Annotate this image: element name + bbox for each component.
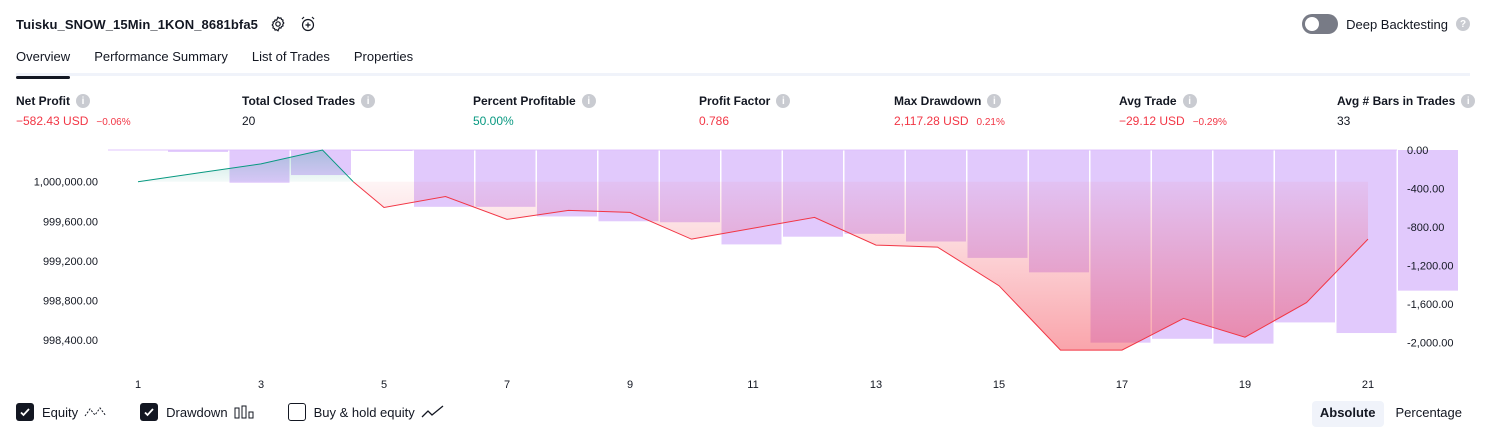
x-axis-tick: 17 — [1116, 379, 1128, 391]
equity-loss-area — [353, 181, 1368, 351]
buy-hold-line-icon — [421, 405, 445, 419]
x-axis-tick: 21 — [1362, 379, 1374, 391]
metric-value: −582.43 USD — [16, 114, 89, 128]
legend-buy-hold[interactable]: Buy & hold equity — [287, 403, 445, 421]
tab-bar: Overview Performance Summary List of Tra… — [16, 46, 1470, 79]
metric-label: Profit Factor — [699, 94, 771, 108]
metric-value: 2,117.28 USD — [894, 114, 969, 128]
metric-value: −29.12 USD — [1119, 114, 1185, 128]
alarm-add-icon[interactable] — [298, 14, 318, 34]
info-icon[interactable]: i — [76, 94, 90, 108]
strategy-title: Tuisku_SNOW_15Min_1KON_8681bfa5 — [16, 16, 259, 32]
drawdown-axis-tick: -1,200.00 — [1407, 261, 1453, 273]
drawdown-bar — [168, 150, 228, 152]
equity-axis-tick: 999,600.00 — [43, 216, 98, 228]
metric-profit-factor: Profit Factor i 0.786 — [699, 93, 791, 128]
equity-drawdown-chart[interactable]: 1,000,000.00 999,600.00 999,200.00 998,800.… — [0, 140, 1486, 392]
settings-icon[interactable] — [268, 14, 288, 34]
x-axis-tick: 15 — [993, 379, 1005, 391]
metric-value: 33 — [1337, 114, 1351, 128]
metric-percent-profitable: Percent Profitable i 50.00% — [473, 93, 596, 128]
equity-axis-tick: 999,200.00 — [43, 256, 98, 268]
deep-backtesting: Deep Backtesting ? — [1302, 14, 1470, 34]
x-axis-tick: 9 — [627, 379, 633, 391]
equity-checkbox[interactable] — [16, 403, 34, 421]
x-axis-tick: 3 — [258, 379, 264, 391]
tab-properties[interactable]: Properties — [354, 46, 413, 76]
buy-hold-checkbox[interactable] — [287, 403, 306, 421]
drawdown-bar — [352, 150, 413, 151]
legend-label: Equity — [42, 404, 79, 420]
legend-drawdown[interactable]: Drawdown — [140, 403, 255, 421]
metric-avg-trade: Avg Trade i −29.12 USD −0.29% — [1119, 93, 1227, 128]
drawdown-bars-icon — [234, 405, 256, 419]
help-icon[interactable]: ? — [1456, 17, 1470, 31]
drawdown-axis-tick: -1,600.00 — [1407, 299, 1453, 311]
deep-backtesting-toggle[interactable] — [1302, 14, 1339, 34]
tab-list-of-trades[interactable]: List of Trades — [252, 46, 330, 76]
x-axis-tick: 5 — [381, 379, 387, 391]
metric-avg-bars: Avg # Bars in Trades i 33 — [1337, 93, 1476, 128]
metric-percent: −0.29% — [1192, 117, 1227, 128]
info-icon[interactable]: i — [1461, 94, 1476, 108]
metric-max-drawdown: Max Drawdown i 2,117.28 USD 0.21% — [894, 93, 1005, 128]
info-icon[interactable]: i — [581, 94, 596, 108]
mode-absolute[interactable]: Absolute — [1311, 401, 1384, 427]
metric-label: Percent Profitable — [473, 94, 576, 108]
x-axis-tick: 1 — [135, 379, 141, 391]
info-icon[interactable]: i — [987, 94, 1002, 108]
equity-axis-tick: 1,000,000.00 — [34, 177, 98, 189]
drawdown-axis-tick: 0.00 — [1407, 145, 1428, 157]
scale-mode-switch: Absolute Percentage — [1311, 401, 1471, 427]
equity-line-icon — [84, 405, 108, 419]
info-icon[interactable]: i — [1182, 94, 1197, 108]
strategy-header: Tuisku_SNOW_15Min_1KON_8681bfa5 — [16, 13, 318, 35]
metric-percent: −0.06% — [96, 117, 131, 128]
metric-label: Avg # Bars in Trades — [1337, 94, 1456, 108]
drawdown-axis-tick: -2,000.00 — [1407, 338, 1453, 350]
x-axis-tick: 11 — [747, 379, 758, 391]
metric-net-profit: Net Profit i −582.43 USD −0.06% — [16, 93, 131, 128]
metric-total-closed-trades: Total Closed Trades i 20 — [242, 93, 376, 128]
x-axis-tick: 7 — [504, 379, 510, 391]
metric-value: 20 — [242, 114, 256, 128]
metric-label: Total Closed Trades — [242, 94, 356, 108]
equity-axis-tick: 998,400.00 — [43, 335, 98, 347]
tab-performance-summary[interactable]: Performance Summary — [94, 46, 228, 76]
drawdown-checkbox[interactable] — [140, 403, 159, 421]
chart-legend: Equity Drawdown Buy & hold equity — [16, 403, 477, 421]
deep-backtesting-label: Deep Backtesting — [1346, 16, 1448, 32]
info-icon[interactable]: i — [776, 94, 791, 108]
metric-value: 50.00% — [473, 114, 514, 128]
legend-label: Drawdown — [166, 404, 228, 420]
metric-value: 0.786 — [699, 114, 730, 128]
metric-label: Max Drawdown — [894, 94, 982, 108]
legend-equity[interactable]: Equity — [16, 403, 108, 421]
equity-axis-tick: 998,800.00 — [43, 296, 98, 308]
drawdown-axis-tick: -400.00 — [1407, 184, 1444, 196]
x-axis-tick: 19 — [1239, 379, 1251, 391]
info-icon[interactable]: i — [361, 94, 376, 108]
mode-percentage[interactable]: Percentage — [1388, 401, 1471, 427]
metric-label: Avg Trade — [1119, 94, 1177, 108]
tab-overview[interactable]: Overview — [16, 46, 71, 79]
metric-label: Net Profit — [16, 94, 70, 108]
drawdown-axis-tick: -800.00 — [1407, 222, 1444, 234]
legend-label: Buy & hold equity — [313, 404, 415, 420]
metric-percent: 0.21% — [976, 117, 1005, 128]
x-axis-tick: 13 — [870, 379, 882, 391]
